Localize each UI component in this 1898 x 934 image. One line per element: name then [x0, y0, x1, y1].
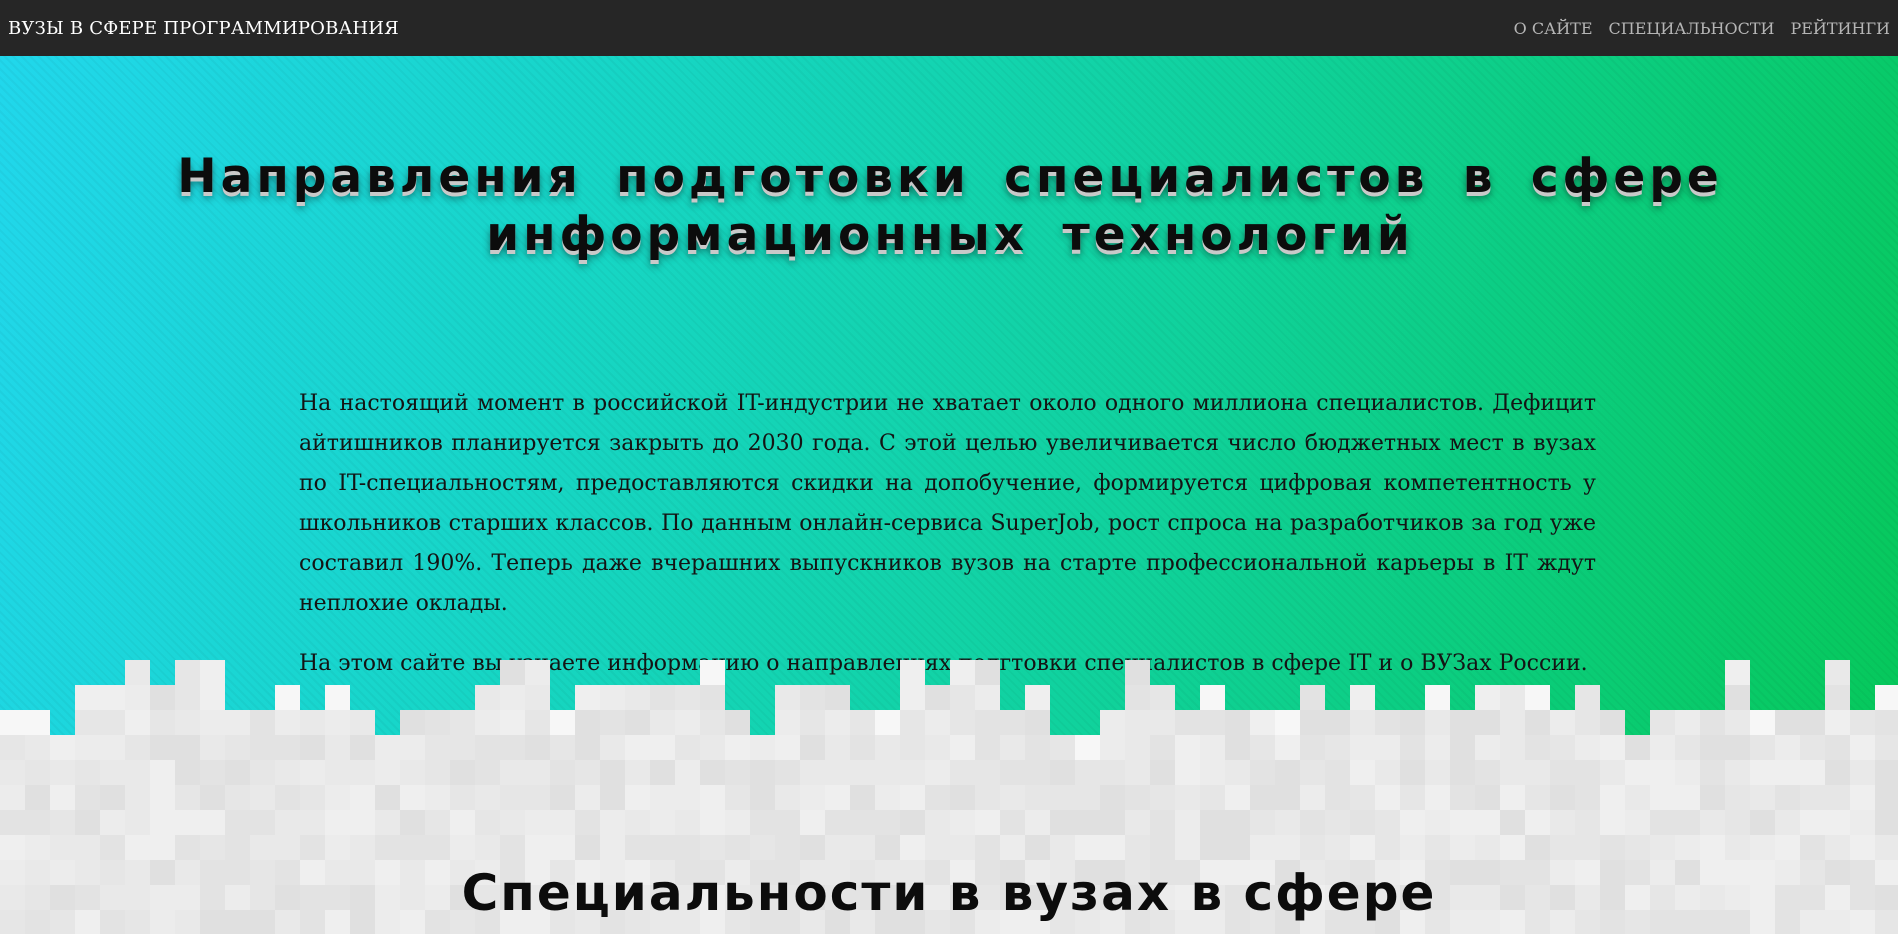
hero-title: Направления подготовки специалистов в сф… — [150, 148, 1750, 264]
nav-link-about[interactable]: О САЙТЕ — [1514, 19, 1593, 38]
section-2-title: Специальности в вузах в сфере — [461, 864, 1437, 922]
hero-text: На настоящий момент в российской IT-инду… — [299, 384, 1596, 704]
hero-title-line-1: Направления подготовки специалистов в сф… — [177, 149, 1723, 204]
site-brand-link[interactable]: ВУЗЫ В СФЕРЕ ПРОГРАММИРОВАНИЯ — [8, 18, 399, 39]
intro-paragraph: На настоящий момент в российской IT-инду… — [299, 391, 1596, 616]
nav-links: О САЙТЕ СПЕЦИАЛЬНОСТИ РЕЙТИНГИ — [1514, 19, 1890, 38]
hero-title-line-2: информационных технологий — [486, 207, 1414, 262]
nav-link-ratings[interactable]: РЕЙТИНГИ — [1790, 19, 1890, 38]
top-navbar: ВУЗЫ В СФЕРЕ ПРОГРАММИРОВАНИЯ О САЙТЕ СП… — [0, 0, 1898, 56]
nav-link-specialties[interactable]: СПЕЦИАЛЬНОСТИ — [1609, 19, 1775, 38]
